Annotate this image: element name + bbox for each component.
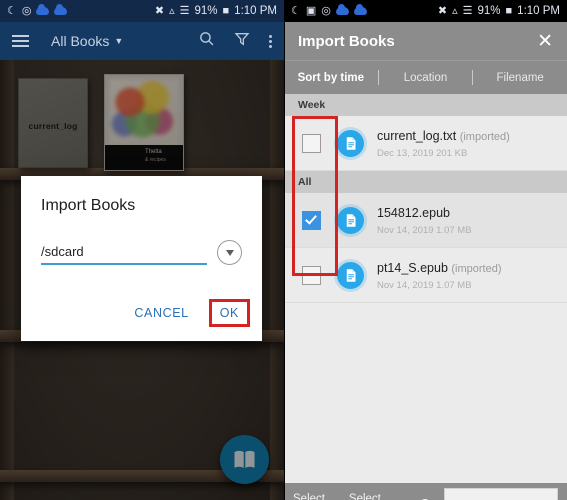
moon-icon: ☾: [7, 4, 17, 17]
close-icon[interactable]: ✕: [537, 32, 553, 51]
battery-icon: ■: [222, 4, 230, 17]
tab-sort-by-time[interactable]: Sort by time: [284, 72, 378, 84]
section-header-all: All: [284, 171, 567, 193]
right-phone-screen: ☾ ▣ ◎ ✖ ▵ ☰ 91% ■ 1:10 PM Import Books ✕…: [284, 0, 567, 500]
section-header-week: Week: [284, 94, 567, 116]
cloud-icon: [335, 4, 349, 15]
wifi-icon: ▵: [452, 4, 458, 17]
cloud-icon: [36, 4, 50, 15]
file-meta: current_log.txt (imported) Dec 13, 2019 …: [377, 127, 510, 159]
battery-icon: ■: [505, 4, 513, 17]
row-checkbox[interactable]: [302, 133, 321, 153]
file-name-row: 154812.epub: [377, 206, 450, 220]
battery-percent-label: 91%: [477, 5, 501, 17]
dual-screenshot-composite: current_log Thelta & recipes ☾ ◎ ✖ ▵ ☰ 9…: [0, 0, 567, 500]
dialog-title: Import Books: [41, 197, 136, 214]
file-name-row: current_log.txt (imported): [377, 129, 510, 143]
file-meta: pt14_S.epub (imported) Nov 14, 2019 1.07…: [377, 259, 502, 291]
left-status-bar: ☾ ◎ ✖ ▵ ☰ 91% ■ 1:10 PM: [0, 0, 284, 22]
table-row[interactable]: 154812.epub Nov 14, 2019 1.07 MB: [284, 193, 567, 248]
file-list-week: current_log.txt (imported) Dec 13, 2019 …: [284, 116, 567, 171]
import-footer-bar: Select All Select None Import (1): [284, 483, 567, 500]
table-row[interactable]: current_log.txt (imported) Dec 13, 2019 …: [284, 116, 567, 171]
cloud-icon: [353, 4, 367, 15]
clock-label: 1:10 PM: [517, 5, 560, 17]
chevron-down-circle-icon[interactable]: [217, 240, 242, 265]
row-checkbox[interactable]: [302, 210, 321, 230]
app-bar-actions: [198, 30, 272, 52]
imported-badge: (imported): [459, 131, 510, 143]
select-none-button[interactable]: Select None: [349, 493, 406, 500]
cancel-button[interactable]: CANCEL: [126, 300, 196, 326]
file-name: pt14_S.epub: [377, 261, 448, 275]
hamburger-menu-icon[interactable]: [12, 35, 29, 47]
library-title-label[interactable]: All Books: [51, 33, 109, 49]
screenshot-icon: ◎: [21, 4, 32, 17]
path-field-row: /sdcard: [41, 240, 242, 265]
row-checkbox[interactable]: [302, 265, 321, 285]
status-bar-notification-icons: ☾ ▣ ◎: [291, 4, 367, 17]
select-all-button[interactable]: Select All: [293, 493, 336, 500]
search-icon[interactable]: [198, 30, 215, 52]
ok-button[interactable]: OK: [216, 304, 243, 322]
import-books-dialog: Import Books /sdcard CANCEL OK: [21, 176, 262, 341]
chevron-down-icon[interactable]: ▼: [114, 36, 123, 46]
import-button[interactable]: Import (1): [443, 488, 558, 500]
app-icon: ◎: [321, 4, 331, 17]
status-bar-system-icons: ✖ ▵ ☰ 91% ■ 1:10 PM: [438, 5, 560, 17]
file-date-size: Dec 13, 2019 201 KB: [377, 148, 468, 159]
file-document-icon: [337, 206, 364, 234]
screenshot-icon: ▣: [305, 4, 317, 17]
file-meta: 154812.epub Nov 14, 2019 1.07 MB: [377, 204, 472, 236]
wifi-icon: ▵: [169, 4, 175, 17]
filter-funnel-icon[interactable]: [234, 31, 250, 52]
mute-icon: ✖: [154, 4, 165, 17]
right-status-bar: ☾ ▣ ◎ ✖ ▵ ☰ 91% ■ 1:10 PM: [284, 0, 567, 22]
path-input[interactable]: /sdcard: [41, 244, 207, 265]
mute-icon: ✖: [437, 4, 448, 17]
empty-list-area: [284, 303, 567, 483]
file-date-size: Nov 14, 2019 1.07 MB: [377, 280, 472, 291]
ok-button-highlight: OK: [208, 299, 250, 327]
file-list-all: 154812.epub Nov 14, 2019 1.07 MB pt14_S.…: [284, 193, 567, 303]
moon-icon: ☾: [291, 4, 301, 17]
cloud-icon: [54, 4, 68, 15]
file-name-row: pt14_S.epub (imported): [377, 261, 502, 275]
dialog-actions: CANCEL OK: [126, 299, 250, 327]
imported-badge: (imported): [451, 263, 502, 275]
overflow-menu-icon[interactable]: [269, 34, 272, 48]
clock-label: 1:10 PM: [234, 5, 277, 17]
file-document-icon: [337, 261, 364, 289]
page-title: Import Books: [298, 32, 395, 50]
left-app-bar: All Books ▼: [0, 22, 284, 60]
signal-icon: ☰: [179, 4, 190, 17]
signal-icon: ☰: [462, 4, 473, 17]
left-phone-screen: current_log Thelta & recipes ☾ ◎ ✖ ▵ ☰ 9…: [0, 0, 284, 500]
file-name: current_log.txt: [377, 129, 457, 143]
sort-tabs: Sort by time Location Filename: [284, 60, 567, 94]
tab-filename[interactable]: Filename: [473, 72, 567, 84]
status-bar-system-icons: ✖ ▵ ☰ 91% ■ 1:10 PM: [155, 5, 277, 17]
panel-divider: [284, 0, 285, 500]
table-row[interactable]: pt14_S.epub (imported) Nov 14, 2019 1.07…: [284, 248, 567, 303]
tab-location[interactable]: Location: [379, 72, 473, 84]
status-bar-notification-icons: ☾ ◎: [7, 4, 68, 17]
file-name: 154812.epub: [377, 206, 450, 220]
battery-percent-label: 91%: [194, 5, 218, 17]
import-books-header: Import Books ✕: [284, 22, 567, 60]
file-document-icon: [337, 129, 364, 157]
file-date-size: Nov 14, 2019 1.07 MB: [377, 225, 472, 236]
